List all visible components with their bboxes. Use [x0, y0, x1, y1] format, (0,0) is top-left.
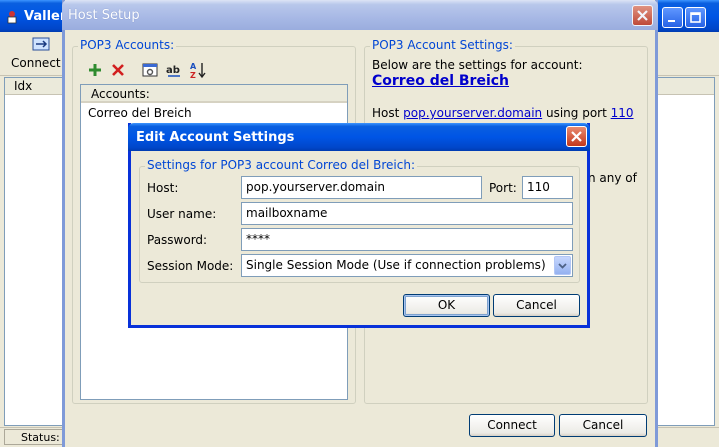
- username-label: User name:: [147, 207, 217, 221]
- host-input[interactable]: pop.yourserver.domain: [241, 176, 482, 199]
- maximize-icon[interactable]: [685, 7, 706, 28]
- port-link[interactable]: 110: [611, 106, 634, 120]
- host-prefix: Host: [372, 106, 404, 120]
- port-input[interactable]: 110: [522, 176, 573, 199]
- host-setup-titlebar: [62, 0, 658, 30]
- connect-button[interactable]: Connect: [469, 414, 555, 437]
- host-label: Host:: [147, 181, 179, 195]
- connect-toolbar-button[interactable]: Connect: [11, 56, 61, 70]
- edit-cancel-button[interactable]: Cancel: [493, 294, 580, 317]
- svg-text:A: A: [190, 62, 197, 71]
- accounts-list-header[interactable]: Accounts:: [81, 85, 347, 103]
- password-label: Password:: [147, 233, 208, 247]
- settings-partial-text: n any of: [588, 171, 637, 185]
- port-label: Port:: [489, 181, 517, 195]
- rename-icon[interactable]: ab: [165, 61, 183, 79]
- plus-icon[interactable]: [86, 61, 104, 79]
- edit-dialog-close-icon[interactable]: [566, 126, 587, 147]
- pop3-accounts-legend: POP3 Accounts:: [78, 38, 177, 52]
- svg-text:ab: ab: [166, 65, 180, 76]
- using-port-text: using port: [542, 106, 611, 120]
- main-window-title: Valler: [24, 9, 67, 24]
- app-icon: [7, 11, 17, 24]
- chevron-down-icon[interactable]: [554, 256, 571, 275]
- host-cancel-button[interactable]: Cancel: [559, 414, 647, 437]
- status-label: Status:: [21, 431, 60, 444]
- list-item[interactable]: Correo del Breich: [88, 106, 192, 120]
- password-input[interactable]: ****: [241, 228, 573, 251]
- settings-intro: Below are the settings for account:: [372, 58, 583, 72]
- pop3-account-settings-legend: POP3 Account Settings:: [370, 38, 515, 52]
- ok-button[interactable]: OK: [403, 294, 490, 317]
- red-x-icon[interactable]: [109, 61, 127, 79]
- host-setup-title: Host Setup: [68, 8, 140, 23]
- host-summary: Host pop.yourserver.domain using port 11…: [372, 106, 634, 120]
- svg-text:Z: Z: [190, 71, 196, 79]
- column-header-idx[interactable]: Idx: [14, 79, 32, 93]
- sort-az-icon[interactable]: A Z: [189, 61, 207, 79]
- connect-icon[interactable]: [30, 36, 52, 54]
- username-input[interactable]: mailboxname: [241, 202, 573, 225]
- edit-settings-legend: Settings for POP3 account Correo del Bre…: [145, 158, 418, 172]
- properties-icon[interactable]: [141, 61, 159, 79]
- host-setup-close-icon[interactable]: [632, 5, 653, 26]
- session-mode-label: Session Mode:: [147, 259, 234, 273]
- edit-dialog-title: Edit Account Settings: [136, 130, 295, 145]
- minimize-icon[interactable]: [662, 7, 683, 28]
- account-name-link[interactable]: Correo del Breich: [372, 73, 509, 89]
- host-link[interactable]: pop.yourserver.domain: [403, 106, 542, 120]
- session-mode-select[interactable]: Single Session Mode (Use if connection p…: [241, 254, 573, 277]
